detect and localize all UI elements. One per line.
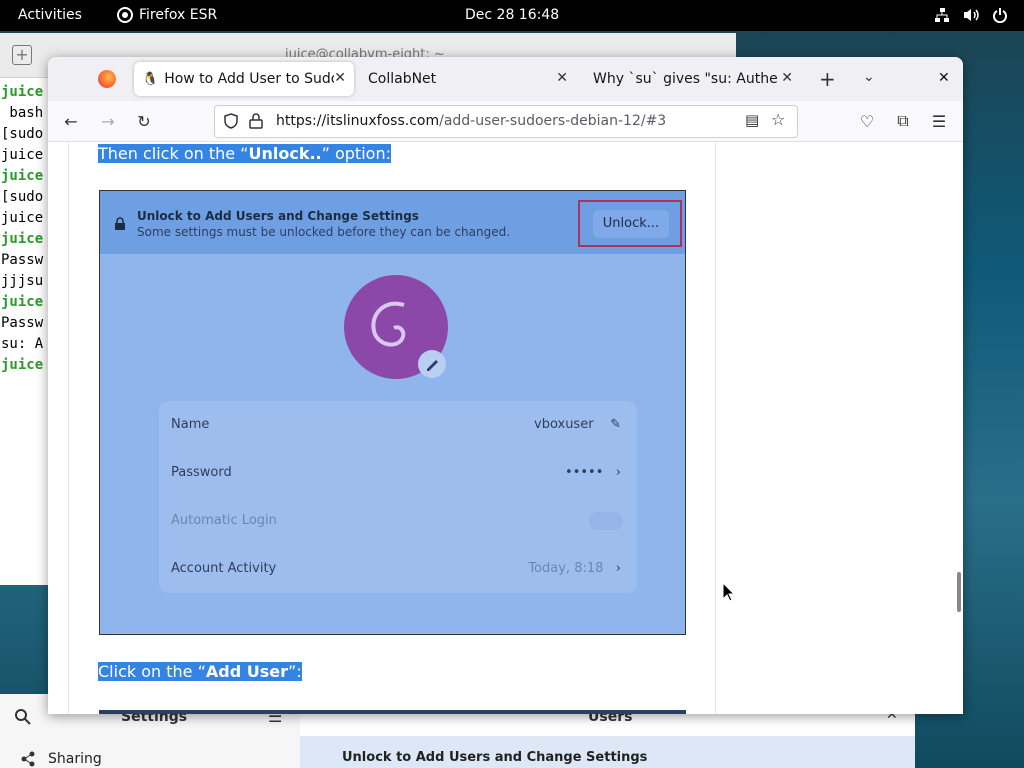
unlock-highlight-box: Unlock... <box>578 200 682 247</box>
row-value-text: vboxuser <box>534 417 594 432</box>
row-value: ••••• › <box>565 465 621 480</box>
volume-icon <box>964 9 979 21</box>
url-text: https://itslinuxfoss.com/add-user-sudoer… <box>276 113 666 129</box>
row-value-text: ••••• <box>565 465 604 480</box>
row-label: Automatic Login <box>171 513 277 528</box>
row-account-activity: Account Activity Today, 8:18 › <box>159 545 637 593</box>
tab-close-icon[interactable]: ✕ <box>556 70 568 86</box>
article-screenshot: Unlock to Add Users and Change Settings … <box>99 190 686 635</box>
row-value-text: Today, 8:18 <box>528 561 604 576</box>
mouse-pointer-icon <box>722 582 736 602</box>
tab-strip: 🐧 How to Add User to Sudo ✕ CollabNet ✕ … <box>48 57 963 101</box>
screenshot-unlock-button: Unlock... <box>593 210 669 238</box>
row-name: Name vboxuser ✎ <box>159 401 637 449</box>
power-icon <box>993 8 1007 23</box>
step-unlock-text: Then click on the “Unlock..” option: <box>98 144 391 163</box>
row-label: Password <box>171 465 232 480</box>
url-path: /add-user-sudoers-debian-12/#3 <box>439 113 667 129</box>
network-icon <box>935 8 949 22</box>
top-bar: Activities Firefox ESR Dec 28 16:48 <box>0 0 1024 31</box>
banner-title: Unlock to Add Users and Change Settings <box>342 750 648 765</box>
list-all-tabs-icon[interactable]: ⌄ <box>863 69 875 85</box>
tab-label: CollabNet <box>368 71 437 87</box>
search-icon[interactable] <box>14 708 32 726</box>
extensions-icon[interactable]: ⧉ <box>891 109 915 133</box>
row-password: Password ••••• › <box>159 449 637 497</box>
sidebar-item-sharing[interactable]: Sharing <box>48 751 102 767</box>
next-screenshot-edge <box>99 710 686 714</box>
new-tab-icon[interactable]: + <box>819 67 836 91</box>
text-pre: Click on the “ <box>98 662 206 681</box>
app-name: Firefox ESR <box>139 7 218 23</box>
hamburger-menu-icon[interactable]: ☰ <box>927 109 951 133</box>
row-value: vboxuser ✎ <box>534 417 621 432</box>
chevron-right-icon: › <box>615 561 621 576</box>
text-post: ”: <box>287 662 302 681</box>
user-details-card: Name vboxuser ✎ Password ••••• › Automat… <box>159 401 637 593</box>
share-icon <box>21 751 35 767</box>
screenshot-header-title: Unlock to Add Users and Change Settings <box>137 209 419 223</box>
screenshot-header-subtitle: Some settings must be unlocked before th… <box>137 225 511 239</box>
article: Then click on the “Unlock..” option: Unl… <box>68 142 716 714</box>
text-pre: Then click on the “ <box>98 144 249 163</box>
row-label: Name <box>171 417 210 432</box>
pocket-icon[interactable]: ♡ <box>855 109 879 133</box>
page-content[interactable]: Then click on the “Unlock..” option: Unl… <box>48 142 963 714</box>
new-tab-icon[interactable]: + <box>12 45 32 65</box>
back-icon[interactable]: ← <box>59 109 83 133</box>
toggle-switch <box>589 512 623 530</box>
system-menu[interactable] <box>934 7 1008 23</box>
row-value: Today, 8:18 › <box>528 561 621 576</box>
lock-icon <box>115 217 125 230</box>
pencil-icon: ✎ <box>610 417 621 432</box>
firefox-view-button[interactable] <box>98 70 116 88</box>
text-bold: Add User <box>205 662 288 681</box>
close-window-icon[interactable]: ✕ <box>938 70 950 86</box>
tab-label: How to Add User to Sudo <box>164 71 335 87</box>
url-bar[interactable]: https://itslinuxfoss.com/add-user-sudoer… <box>214 105 798 138</box>
debian-avatar-icon <box>344 275 448 379</box>
row-automatic-login: Automatic Login <box>159 497 637 545</box>
reader-view-icon[interactable]: ▤ <box>745 111 759 129</box>
tab-close-icon[interactable]: ✕ <box>334 70 346 86</box>
text-bold: Unlock.. <box>248 144 322 163</box>
firefox-app-icon <box>117 7 133 23</box>
tux-icon: 🐧 <box>142 71 159 87</box>
shield-icon[interactable] <box>223 113 239 129</box>
tab-how-to-add-user[interactable]: 🐧 How to Add User to Sudo ✕ <box>134 62 354 96</box>
step-add-user-text: Click on the “Add User”: <box>98 662 302 681</box>
row-label: Account Activity <box>171 561 277 576</box>
tab-close-icon[interactable]: ✕ <box>781 70 793 86</box>
unlock-banner: Unlock to Add Users and Change Settings <box>300 736 915 768</box>
forward-icon[interactable]: → <box>96 109 120 133</box>
lock-icon[interactable] <box>249 113 263 129</box>
app-menu[interactable]: Firefox ESR <box>117 7 217 23</box>
tab-collabnet[interactable]: CollabNet ✕ <box>356 62 576 96</box>
text-post: ” option: <box>321 144 391 163</box>
scrollbar-thumb[interactable] <box>957 572 961 612</box>
screenshot-header: Unlock to Add Users and Change Settings … <box>100 191 685 254</box>
url-host: https://itslinuxfoss.com <box>276 113 440 129</box>
tab-why-su[interactable]: Why `su` gives "su: Authenti ✕ <box>581 62 801 96</box>
reload-icon[interactable]: ↻ <box>132 109 156 133</box>
tab-label: Why `su` gives "su: Authenti <box>593 71 778 87</box>
chevron-right-icon: › <box>615 465 621 480</box>
activities-button[interactable]: Activities <box>18 7 82 23</box>
firefox-window[interactable]: 🐧 How to Add User to Sudo ✕ CollabNet ✕ … <box>48 57 963 714</box>
nav-bar: ← → ↻ https://itslinuxfoss.com/add-user-… <box>48 101 963 142</box>
clock[interactable]: Dec 28 16:48 <box>465 7 559 23</box>
bookmark-star-icon[interactable]: ☆ <box>771 110 785 129</box>
